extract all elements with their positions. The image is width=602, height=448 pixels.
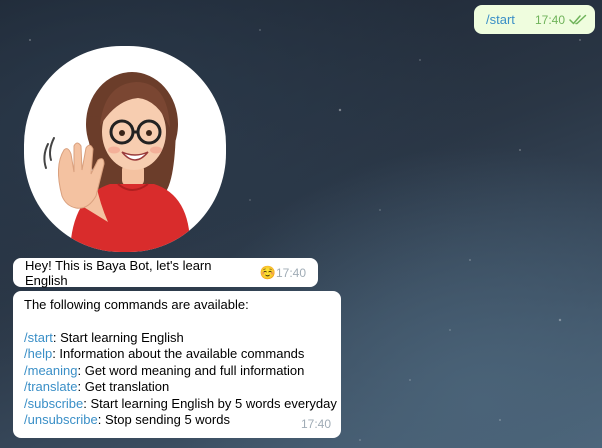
incoming-commands-message[interactable]: The following commands are available: /s… [13,291,341,438]
command-description: : Get word meaning and full information [77,362,305,378]
command-line: /unsubscribe: Stop sending 5 words [24,412,331,429]
message-meta: 17:40 [535,13,587,27]
message-time: 17:40 [300,416,331,431]
waving-girl-sticker[interactable] [24,46,226,252]
command-link-help[interactable]: /help [24,346,52,361]
command-link-translate[interactable]: /translate [24,379,77,394]
message-time: 17:40 [275,265,306,280]
command-link-start[interactable]: /start [24,330,53,345]
outgoing-message[interactable]: /start 17:40 [474,5,595,34]
sticker-illustration [43,72,191,252]
command-description: : Information about the available comman… [52,346,305,361]
command-description: : Start learning English by 5 words ever… [83,395,337,411]
outgoing-message-text[interactable]: /start [486,12,515,27]
command-link-meaning[interactable]: /meaning [24,363,77,378]
command-description: : Get translation [77,379,170,394]
message-time: 17:40 [534,12,565,27]
command-line: /start: Start learning English [24,330,331,347]
command-line: /meaning: Get word meaning and full info… [24,363,331,380]
command-line: /help: Information about the available c… [24,346,331,363]
greeting-text: Hey! This is Baya Bot, let's learn Engli… [25,257,212,288]
commands-intro: The following commands are available: [24,297,249,312]
command-line: /subscribe: Start learning English by 5 … [24,396,337,413]
command-description: : Stop sending 5 words [97,412,230,427]
command-description: : Start learning English [52,329,184,345]
command-link-subscribe[interactable]: /subscribe [24,396,83,411]
smiling-face-emoji: ☺️ [259,264,276,280]
double-check-icon [569,14,587,25]
incoming-greeting-message[interactable]: Hey! This is Baya Bot, let's learn Engli… [13,257,318,288]
command-link-unsubscribe[interactable]: /unsubscribe [24,412,98,427]
command-line: /translate: Get translation [24,379,331,396]
